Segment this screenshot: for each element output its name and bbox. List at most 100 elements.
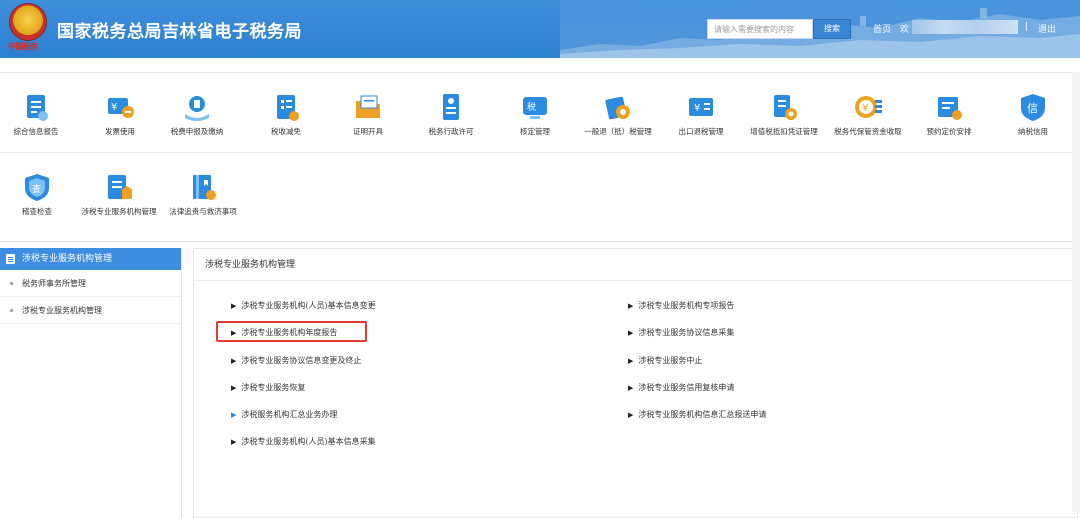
triangle-right-icon: ▶ — [231, 411, 237, 419]
sidebar-header-label: 涉税专业服务机构管理 — [22, 254, 113, 264]
tool-label: 证明开具 — [353, 127, 383, 136]
link-service-suspend[interactable]: ▶ 涉税专业服务中止 — [628, 355, 702, 366]
site-title: 国家税务总局吉林省电子税务局 — [57, 22, 302, 42]
tool-label: 税费申报及缴纳 — [170, 127, 224, 136]
triangle-right-icon: ▶ — [231, 357, 237, 365]
svg-text:税: 税 — [527, 101, 536, 113]
link-special-report[interactable]: ▶ 涉税专业服务机构专项报告 — [628, 300, 734, 311]
nav-user-greeting: 欢 — [900, 25, 910, 35]
tool-label: 出口退税管理 — [678, 127, 724, 136]
svg-text:¥: ¥ — [694, 103, 700, 114]
link-agreement-change-terminate[interactable]: ▶ 涉税专业服务协议信息变更及终止 — [231, 355, 361, 366]
nav-logout-link[interactable]: 退出 — [1038, 22, 1056, 35]
tool-label: 一般退（抵）税管理 — [584, 127, 652, 136]
tool-label: 预约定价安排 — [926, 127, 972, 136]
tool-certificate[interactable]: 证明开具 — [325, 92, 411, 137]
pricing-arrangement-icon — [934, 92, 964, 122]
sidebar-item-label: 税务师事务所管理 — [22, 279, 86, 288]
inspection-icon: 查 — [22, 172, 52, 202]
sidebar-item-agency-management[interactable]: 涉税专业服务机构管理 — [0, 297, 181, 324]
tool-export-refund[interactable]: ¥ 出口退税管理 — [658, 92, 744, 137]
link-label: 涉税专业服务信用复核申请 — [638, 383, 735, 392]
site-header: 中国税务 国家税务总局吉林省电子税务局 请输入需要搜索的内容 搜索 首页 欢 |… — [0, 0, 1080, 58]
triangle-right-icon: ▶ — [628, 329, 634, 337]
tool-admin-license[interactable]: 税务行政许可 — [408, 92, 494, 137]
nav-home-link[interactable]: 首页 — [873, 22, 891, 35]
tool-label: 综合信息报告 — [13, 127, 59, 136]
tool-custody-fund[interactable]: ¥ 税务代保管资金收取 — [825, 92, 911, 137]
tool-refund[interactable]: 一般退（抵）税管理 — [575, 92, 661, 137]
highlight-box — [216, 321, 367, 342]
redacted-username — [912, 20, 1018, 34]
invoice-icon: ¥ — [105, 92, 135, 122]
tool-agency-management[interactable]: 涉税专业服务机构管理 — [76, 172, 162, 217]
tool-label: 法律追责与救济事项 — [169, 207, 237, 216]
admin-license-icon — [436, 92, 466, 122]
bullet-icon — [10, 309, 13, 312]
search-button[interactable]: 搜索 — [813, 19, 851, 39]
tool-label: 稽查检查 — [22, 207, 52, 216]
tool-label: 发票使用 — [105, 127, 135, 136]
sidebar-item-label: 涉税专业服务机构管理 — [22, 306, 102, 315]
svg-text:查: 查 — [32, 183, 41, 195]
link-label: 涉税专业服务机构信息汇总报送申请 — [638, 410, 767, 419]
link-label: 涉税服务机构汇总业务办理 — [241, 410, 338, 419]
triangle-right-icon: ▶ — [231, 438, 237, 446]
triangle-right-icon: ▶ — [628, 384, 634, 392]
tool-tax-credit[interactable]: 信 纳税信用 — [990, 92, 1076, 137]
link-agreement-collect[interactable]: ▶ 涉税专业服务协议信息采集 — [628, 327, 734, 338]
document-icon — [6, 254, 15, 264]
agency-management-icon — [104, 172, 134, 202]
triangle-right-icon: ▶ — [628, 357, 634, 365]
link-basic-info-collect[interactable]: ▶ 涉税专业服务机构(人员)基本信息采集 — [231, 436, 376, 447]
link-label: 涉税专业服务机构(人员)基本信息采集 — [241, 437, 376, 446]
credit-icon: 信 — [1018, 92, 1048, 122]
custody-fund-icon: ¥ — [853, 92, 883, 122]
assessment-icon: 税 — [520, 92, 550, 122]
sidebar: 涉税专业服务机构管理 税务师事务所管理 涉税专业服务机构管理 — [0, 248, 182, 518]
search-input[interactable]: 请输入需要搜索的内容 — [707, 19, 813, 39]
svg-text:¥: ¥ — [111, 102, 117, 113]
link-summary-business[interactable]: ▶ 涉税服务机构汇总业务办理 — [231, 409, 337, 420]
link-credit-review[interactable]: ▶ 涉税专业服务信用复核申请 — [628, 382, 734, 393]
bullet-icon — [10, 282, 13, 285]
tool-label: 增值税抵扣凭证管理 — [750, 127, 818, 136]
tool-label: 核定管理 — [520, 127, 550, 136]
tool-general-report[interactable]: 综合信息报告 — [0, 92, 79, 137]
triangle-right-icon: ▶ — [231, 302, 237, 310]
sidebar-item-tax-agent-firm[interactable]: 税务师事务所管理 — [0, 270, 181, 297]
tool-vat-voucher[interactable]: 增值税抵扣凭证管理 — [741, 92, 827, 137]
toolbar-divider — [0, 152, 1080, 153]
tool-invoice-use[interactable]: ¥ 发票使用 — [77, 92, 163, 137]
tool-label: 税务代保管资金收取 — [834, 127, 902, 136]
vertical-scrollbar[interactable] — [1072, 72, 1080, 512]
link-label: 涉税专业服务机构(人员)基本信息变更 — [241, 301, 376, 310]
link-label: 涉税专业服务恢复 — [241, 383, 306, 392]
emblem-caption: 中国税务 — [8, 41, 39, 51]
tool-legal-remedy[interactable]: 法律追责与救济事项 — [160, 172, 246, 217]
tax-declare-icon — [182, 92, 212, 122]
link-service-resume[interactable]: ▶ 涉税专业服务恢复 — [231, 382, 305, 393]
link-label: 涉税专业服务协议信息变更及终止 — [241, 356, 362, 365]
tool-assessment[interactable]: 税 核定管理 — [492, 92, 578, 137]
legal-remedy-icon — [188, 172, 218, 202]
link-label: 涉税专业服务协议信息采集 — [638, 328, 735, 337]
certificate-icon — [353, 92, 383, 122]
tool-tax-reduction[interactable]: 税收减免 — [243, 92, 329, 137]
nav-separator: | — [1025, 22, 1029, 32]
triangle-right-icon: ▶ — [231, 384, 237, 392]
content-panel: 涉税专业服务机构管理 ▶ 涉税专业服务机构(人员)基本信息变更 ▶ 涉税专业服务机构… — [193, 248, 1078, 518]
link-label: 涉税专业服务机构专项报告 — [638, 301, 735, 310]
tool-tax-declare[interactable]: 税费申报及缴纳 — [154, 92, 240, 137]
tool-label: 纳税信用 — [1018, 127, 1048, 136]
tool-label: 税收减免 — [271, 127, 301, 136]
triangle-right-icon: ▶ — [628, 302, 634, 310]
link-info-summary-submit[interactable]: ▶ 涉税专业服务机构信息汇总报送申请 — [628, 409, 766, 420]
tool-pricing-arrangement[interactable]: 预约定价安排 — [906, 92, 992, 137]
link-basic-info-change[interactable]: ▶ 涉税专业服务机构(人员)基本信息变更 — [231, 300, 376, 311]
tool-label: 税务行政许可 — [428, 127, 474, 136]
triangle-right-icon: ▶ — [628, 411, 634, 419]
tax-emblem-icon — [10, 4, 46, 40]
tool-inspection[interactable]: 查 稽查检查 — [0, 172, 80, 217]
sidebar-header-agency-management[interactable]: 涉税专业服务机构管理 — [0, 248, 181, 270]
